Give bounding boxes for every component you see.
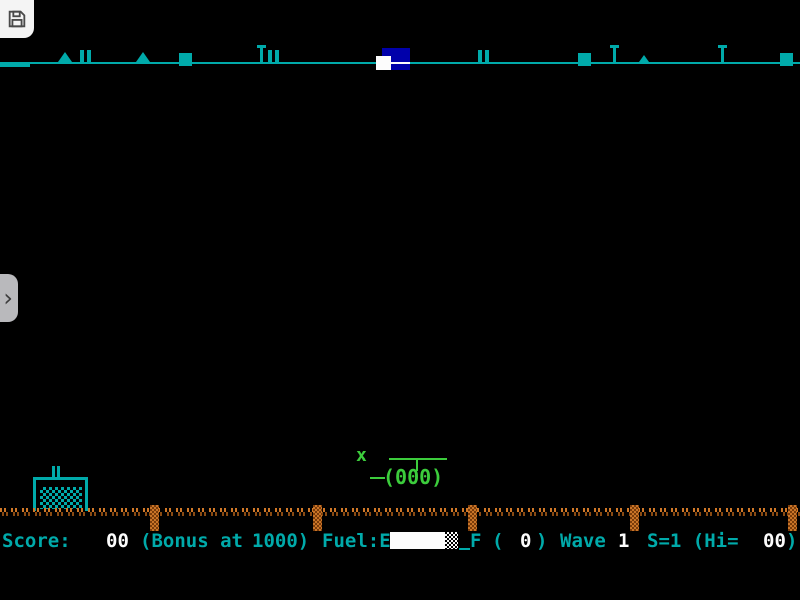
hi-value: 00 xyxy=(763,531,786,551)
radar-terrain-line-stub xyxy=(0,63,30,67)
radar-blip-tee xyxy=(257,45,266,62)
ground-post xyxy=(468,505,477,531)
bonus-label: (Bonus at xyxy=(140,531,243,551)
fuel-gauge-empty xyxy=(459,548,470,550)
ships-hi-label: S=1 (Hi= xyxy=(647,531,739,551)
radar-blip-bars xyxy=(80,50,91,62)
ground-post xyxy=(313,505,322,531)
radar-viewport-line xyxy=(391,62,410,64)
ground-post xyxy=(630,505,639,531)
fuel-gauge-bar-end xyxy=(445,532,458,549)
radar-player-marker xyxy=(376,56,391,70)
radar-blip-square xyxy=(780,53,793,66)
wave-value: 1 xyxy=(618,531,629,551)
ammo-open: ( xyxy=(492,531,503,551)
wave-label: Wave xyxy=(560,531,606,551)
drawer-toggle-button[interactable]: › xyxy=(0,274,18,322)
score-value: 00 xyxy=(106,531,129,551)
score-label: Score: xyxy=(2,531,71,551)
save-state-button[interactable] xyxy=(0,0,34,38)
radar-blip-square xyxy=(179,53,192,66)
ground-strip xyxy=(0,508,800,516)
chopper-rotor xyxy=(389,458,447,460)
fuel-label: Fuel:E xyxy=(322,531,391,551)
bonus-value: 1000) xyxy=(252,531,309,551)
ground-post xyxy=(150,505,159,531)
radar-blip-tee xyxy=(610,45,619,62)
chevron-right-icon: › xyxy=(3,286,13,310)
radar-blip-triangle xyxy=(136,52,150,62)
radar-blip-square xyxy=(578,53,591,66)
game-screen: x ` (000) Score: 00 (Bonus at 1000) Fuel… xyxy=(0,0,800,600)
ammo-close: ) xyxy=(536,531,547,551)
ammo-value: 0 xyxy=(520,531,531,551)
chopper-body: (000) xyxy=(383,467,443,487)
radar-blip-tee xyxy=(718,45,727,62)
fuel-gauge-bar xyxy=(390,532,445,549)
ground-post xyxy=(788,505,797,531)
fuel-full-label: F xyxy=(470,531,481,551)
hi-close: ) xyxy=(786,531,797,551)
depot-fuel-pattern xyxy=(40,487,82,509)
radar-blip-triangle xyxy=(58,52,72,62)
chopper-hook: ` xyxy=(357,456,370,478)
radar-blip-bars xyxy=(268,50,279,62)
radar-blip-triangle-small xyxy=(639,55,649,62)
fuel-depot xyxy=(33,465,88,511)
radar-blip-bars xyxy=(478,50,489,62)
floppy-disk-icon xyxy=(6,8,28,30)
